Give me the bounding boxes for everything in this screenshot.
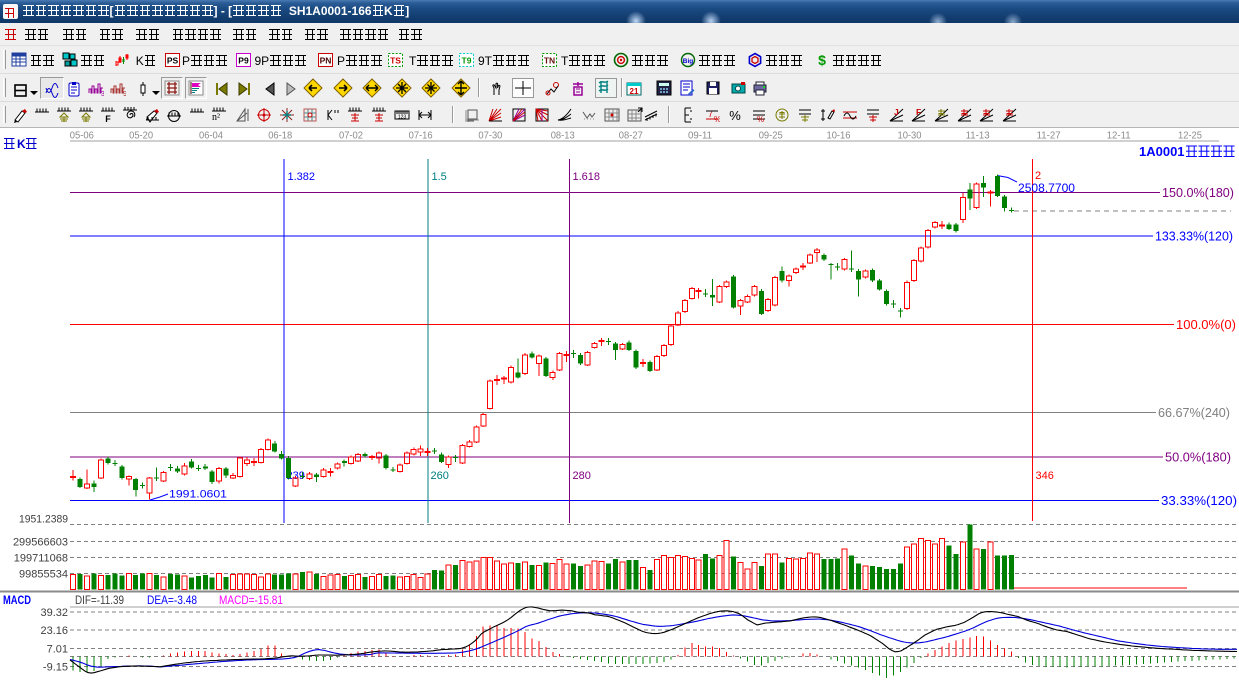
svg-text:133.33%(120): 133.33%(120) [1155,229,1233,244]
svg-text:Big: Big [683,58,694,65]
svg-text:21: 21 [630,87,639,96]
svg-text:1.5: 1.5 [432,171,447,183]
svg-text:TN: TN [544,56,555,66]
svg-text:12-25: 12-25 [1178,131,1202,142]
svg-text:39.32: 39.32 [40,607,68,619]
svg-text:33.33%(120): 33.33%(120) [1161,493,1237,508]
svg-text:T9: T9 [462,56,472,66]
svg-text:J: J [894,107,899,117]
svg-text:06-18: 06-18 [268,131,292,142]
svg-text:2508.7700: 2508.7700 [1018,181,1075,195]
svg-text:06-04: 06-04 [199,131,223,142]
svg-text:11-27: 11-27 [1037,131,1061,142]
svg-text:260: 260 [431,470,449,482]
svg-text:PS: PS [167,56,179,66]
svg-text:100.0%(0): 100.0%(0) [1176,317,1236,332]
svg-text:F: F [105,114,111,123]
svg-text:DEA=-3.48: DEA=-3.48 [147,595,197,607]
svg-text:99855534: 99855534 [19,569,68,581]
svg-text:F: F [916,107,921,117]
svg-text:TS: TS [390,56,401,66]
svg-text:P9: P9 [238,56,249,66]
svg-text:08-27: 08-27 [619,131,643,142]
svg-text:346: 346 [1036,470,1054,482]
svg-text:9: 9 [123,91,126,97]
svg-text:PN: PN [320,56,332,66]
svg-text:299566603: 299566603 [13,537,68,549]
svg-text:1.618: 1.618 [573,171,601,183]
svg-text:DIF=-11.39: DIF=-11.39 [75,595,124,607]
svg-text:199711068: 199711068 [14,553,68,565]
svg-text:07-16: 07-16 [409,131,433,142]
svg-text:n²: n² [212,112,220,123]
svg-text:10-16: 10-16 [827,131,851,142]
svg-text:1991.0601: 1991.0601 [169,489,227,501]
svg-text:$: $ [818,52,826,68]
svg-text:280: 280 [573,470,591,482]
svg-text:09-25: 09-25 [759,131,783,142]
svg-text:%: % [714,115,720,123]
svg-text:08-13: 08-13 [551,131,575,142]
svg-text:66.67%(240): 66.67%(240) [1158,405,1230,420]
svg-text:7.01: 7.01 [47,643,68,655]
svg-text:11-13: 11-13 [966,131,990,142]
svg-text:%: % [757,115,764,123]
svg-text:07-02: 07-02 [339,131,363,142]
svg-text:10-30: 10-30 [898,131,922,142]
svg-text:09-11: 09-11 [688,131,712,142]
svg-text:1A0001: 1A0001 [1139,144,1185,159]
svg-text:12-11: 12-11 [1107,131,1131,142]
svg-text:150.0%(180): 150.0%(180) [1162,185,1234,200]
svg-text:1951.2389: 1951.2389 [19,514,68,526]
svg-text:3: 3 [101,91,104,97]
svg-text:50.0%(180): 50.0%(180) [1165,449,1231,464]
svg-text:-9.15: -9.15 [43,662,68,674]
svg-text:05-06: 05-06 [70,131,94,142]
svg-text:07-30: 07-30 [478,131,502,142]
svg-text:123: 123 [398,115,407,121]
svg-text:MACD: MACD [3,595,31,607]
svg-text:23.16: 23.16 [40,625,68,637]
svg-text:1.382: 1.382 [288,171,316,183]
svg-text:05-20: 05-20 [129,131,153,142]
svg-text:MACD=-15.81: MACD=-15.81 [219,595,283,607]
svg-text:K: K [17,137,26,151]
svg-text:%: % [729,108,741,123]
